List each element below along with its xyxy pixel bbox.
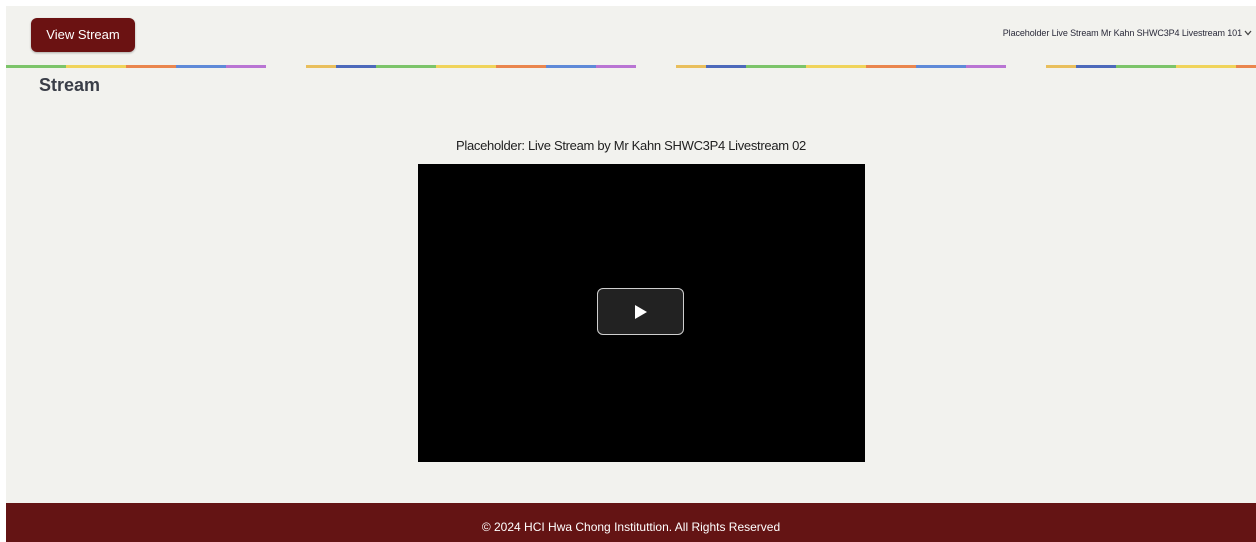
stream-title: Placeholder: Live Stream by Mr Kahn SHWC… — [456, 138, 806, 153]
user-menu[interactable]: Placeholder Live Stream Mr Kahn SHWC3P4 … — [1003, 28, 1252, 38]
footer-copyright: © 2024 HCI Hwa Chong Instituttion. All R… — [481, 520, 781, 534]
header-divider — [6, 65, 1256, 68]
chevron-down-icon[interactable] — [1244, 28, 1252, 38]
video-player[interactable] — [418, 164, 865, 462]
play-icon — [634, 304, 647, 319]
page: View Stream Placeholder Live Stream Mr K… — [6, 6, 1256, 542]
user-info-label: Placeholder Live Stream Mr Kahn SHWC3P4 … — [1002, 28, 1242, 38]
view-stream-button[interactable]: View Stream — [31, 18, 135, 52]
play-button[interactable] — [597, 288, 684, 335]
header: View Stream Placeholder Live Stream Mr K… — [6, 6, 1256, 66]
footer: © 2024 HCI Hwa Chong Instituttion. All R… — [6, 503, 1256, 542]
page-title: Stream — [39, 75, 101, 95]
